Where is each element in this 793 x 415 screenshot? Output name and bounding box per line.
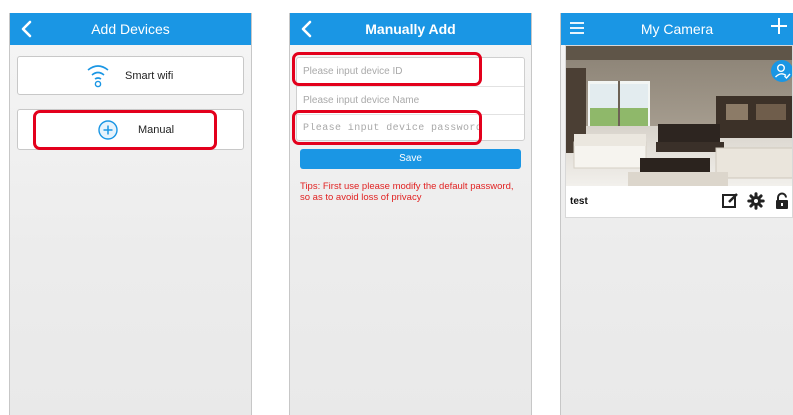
wifi-icon [87,65,109,88]
page-title: My Camera [640,21,714,37]
add-devices-screen: Add Devices Smart wifi Manual [9,13,252,415]
device-name-row [297,86,524,115]
add-camera-button[interactable] [769,13,793,45]
edit-icon [722,193,738,208]
smart-wifi-option[interactable]: Smart wifi [17,56,244,95]
plus-circle-icon [98,120,118,140]
device-name-input[interactable] [303,87,518,114]
camera-card[interactable]: test [565,45,793,218]
device-password-row [297,114,524,143]
manual-option[interactable]: Manual [17,109,244,150]
device-id-row [297,58,524,86]
smart-wifi-label: Smart wifi [125,70,174,82]
settings-button[interactable] [747,192,765,210]
manually-add-screen: Manually Add Save Tips: First use please… [289,13,532,415]
header-bar: Manually Add [290,13,531,45]
settings-icon [747,192,765,210]
user-check-icon [775,63,791,80]
plus-icon [771,18,787,34]
header-bar: Add Devices [10,13,251,45]
save-button[interactable]: Save [300,149,521,169]
share-user-button[interactable] [771,60,792,82]
header-bar: My Camera [561,13,793,45]
device-id-input[interactable] [303,58,518,85]
page-title: Add Devices [91,21,170,37]
lock-icon [776,192,788,209]
manual-label: Manual [138,124,175,136]
my-camera-screen: My Camera test [560,13,793,415]
edit-button[interactable] [721,192,739,210]
device-form [296,57,525,143]
page-title: Manually Add [365,21,456,37]
tips-text: Tips: First use please modify the defaul… [300,181,514,203]
device-password-input[interactable] [303,115,518,142]
camera-name: test [570,196,588,207]
lock-button[interactable] [773,192,791,210]
camera-thumbnail[interactable] [566,46,793,186]
